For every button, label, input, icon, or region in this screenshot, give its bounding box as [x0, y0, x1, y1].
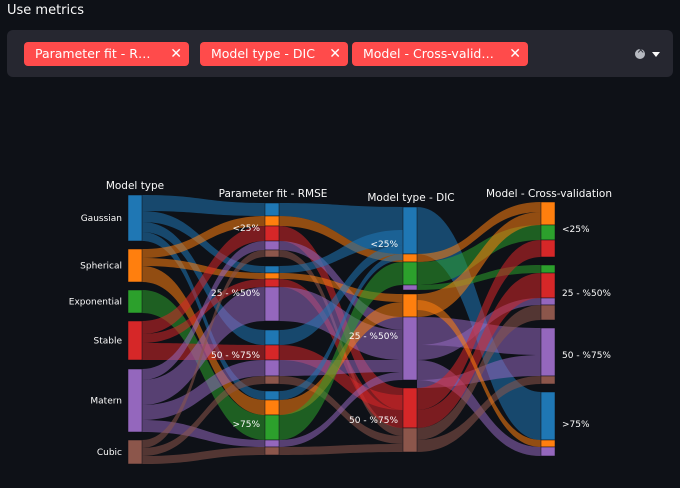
sankey-node-segment: [540, 272, 556, 299]
sankey-node-segment: [540, 446, 556, 457]
sankey-node-segment: [264, 329, 280, 346]
sankey-node-segment: [264, 215, 280, 227]
sankey-node-segment: [264, 446, 280, 456]
sankey-node-segment: [264, 344, 280, 361]
sankey-node-segment: [540, 439, 556, 448]
sankey-node-segment: [402, 206, 418, 255]
sankey-node-segment: [540, 304, 556, 321]
sankey-node-segment: [540, 264, 556, 274]
node-label: Gaussian: [81, 214, 122, 224]
node-label: Exponential: [69, 298, 122, 308]
node-label: <25%: [370, 240, 398, 250]
sankey-node-segment: [264, 399, 280, 416]
sankey-node-segment: [264, 414, 280, 441]
sankey-node-segment: [127, 289, 143, 314]
node-label: 50 - %75%: [211, 351, 260, 361]
column-header: Model type: [106, 180, 164, 192]
sankey-node-segment: [264, 439, 280, 448]
sankey-node-segment: [264, 249, 280, 258]
node-label: Matern: [90, 397, 122, 407]
sankey-node-segment: [264, 202, 280, 217]
node-label: Stable: [93, 337, 122, 347]
sankey-node-segment: [264, 359, 280, 377]
sankey-node-segment: [264, 265, 280, 274]
node-label: 25 - %50%: [562, 289, 611, 299]
column-header: Parameter fit - RMSE: [219, 188, 328, 200]
column-header: Model - Cross-validation: [486, 188, 612, 200]
sankey-node-segment: [540, 201, 556, 226]
sankey-node-segment: [127, 439, 143, 465]
node-label: <25%: [562, 225, 590, 235]
sankey-node-segment: [264, 272, 280, 280]
sankey-node-segment: [402, 253, 418, 263]
node-label: Cubic: [97, 448, 122, 458]
node-label: 50 - %75%: [349, 416, 398, 426]
sankey-node-segment: [402, 316, 418, 381]
sankey-node-segment: [540, 327, 556, 377]
node-label: Spherical: [80, 262, 122, 272]
sankey-node-segment: [540, 391, 556, 441]
sankey-node-segment: [127, 248, 143, 283]
node-label: 50 - %75%: [562, 351, 611, 361]
sankey-node-segment: [402, 427, 418, 453]
sankey-node-segment: [540, 375, 556, 385]
sankey-node-segment: [127, 368, 143, 433]
sankey-node-segment: [264, 286, 280, 322]
column-header: Model type - DIC: [367, 192, 454, 204]
sankey-node-segment: [402, 293, 418, 318]
sankey-node-segment: [127, 194, 143, 242]
sankey-node-segment: [540, 239, 556, 258]
sankey-node-segment: [402, 387, 418, 429]
sankey-node-segment: [402, 284, 418, 291]
sankey-node-segment: [264, 278, 280, 288]
node-label: >75%: [562, 420, 590, 430]
sankey-node-segment: [264, 225, 280, 242]
sankey-node-segment: [264, 375, 280, 385]
sankey-links: [142, 195, 541, 464]
node-label: 25 - %50%: [211, 289, 260, 299]
node-label: 25 - %50%: [349, 332, 398, 342]
sankey-node-segment: [540, 224, 556, 241]
sankey-chart: Model type Parameter fit - RMSE Model type…: [69, 180, 612, 465]
node-label: <25%: [232, 224, 260, 234]
sankey-node-segment: [127, 320, 143, 361]
sankey-node-segment: [540, 297, 556, 306]
sankey-node-segment: [264, 390, 280, 401]
sankey-node-segment: [402, 261, 418, 286]
sankey-link-cubic: [279, 444, 403, 455]
sankey-node-segment: [264, 240, 280, 251]
node-label: >75%: [232, 420, 260, 430]
